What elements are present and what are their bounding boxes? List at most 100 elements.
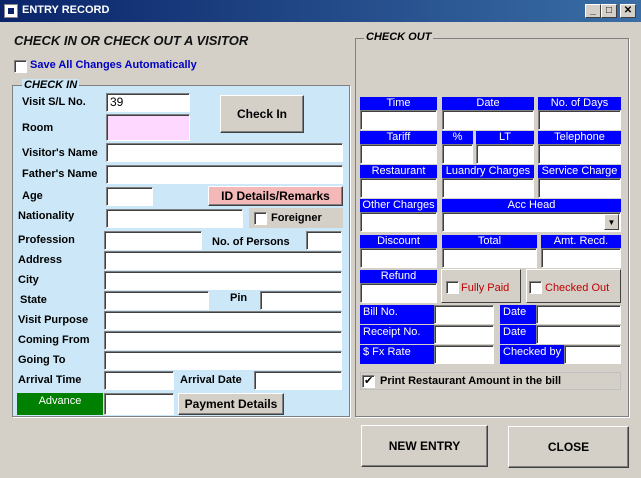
- receipt-no-label: Receipt No.: [360, 325, 434, 344]
- close-window-button[interactable]: ✕: [620, 4, 636, 18]
- checked-by-label: Checked by: [500, 345, 564, 364]
- city-field[interactable]: [104, 271, 342, 290]
- check-in-button[interactable]: Check In: [220, 95, 304, 133]
- minimize-button[interactable]: _: [585, 4, 601, 18]
- new-entry-button[interactable]: NEW ENTRY: [361, 425, 488, 467]
- profession-field[interactable]: [104, 231, 202, 250]
- lt-label: LT: [476, 131, 534, 144]
- foreigner-checkbox[interactable]: [254, 212, 267, 225]
- no-days-field[interactable]: [538, 110, 621, 130]
- other-charges-field[interactable]: [360, 212, 437, 232]
- visit-sl-field[interactable]: 39: [106, 93, 190, 112]
- acc-head-label: Acc Head: [442, 199, 621, 212]
- tariff-label: Tariff: [360, 131, 437, 144]
- room-label: Room: [22, 122, 54, 134]
- fx-rate-field[interactable]: [434, 345, 494, 364]
- restaurant-field[interactable]: [360, 178, 437, 198]
- visit-sl-label: Visit S/L No.: [22, 96, 86, 108]
- no-persons-label: No. of Persons: [212, 236, 290, 248]
- nationality-field[interactable]: [106, 209, 243, 228]
- bill-date-field[interactable]: [536, 305, 621, 324]
- no-days-label: No. of Days: [538, 97, 621, 110]
- father-name-field[interactable]: [106, 165, 343, 184]
- service-label: Service Charge: [538, 165, 621, 178]
- acc-head-select[interactable]: [442, 212, 621, 232]
- date-field[interactable]: [442, 110, 534, 130]
- fully-paid-checkbox[interactable]: [446, 281, 459, 294]
- nationality-label: Nationality: [18, 210, 75, 222]
- going-to-field[interactable]: [104, 351, 342, 370]
- pin-label: Pin: [230, 292, 248, 304]
- visitor-name-field[interactable]: [106, 143, 343, 162]
- no-persons-field[interactable]: [306, 231, 342, 250]
- checked-out-checkbox[interactable]: [529, 281, 542, 294]
- total-field[interactable]: [442, 248, 537, 268]
- arrival-time-label: Arrival Time: [18, 374, 82, 386]
- service-field[interactable]: [538, 178, 621, 198]
- payment-details-button[interactable]: Payment Details: [178, 393, 284, 415]
- age-field[interactable]: [106, 187, 153, 206]
- lt-field[interactable]: [476, 144, 534, 164]
- fx-rate-label: $ Fx Rate: [360, 345, 434, 364]
- checkin-group-label: CHECK IN: [22, 79, 80, 91]
- telephone-field[interactable]: [538, 144, 621, 164]
- address-field[interactable]: [104, 251, 342, 270]
- window-title: ENTRY RECORD: [22, 4, 110, 16]
- bill-no-label: Bill No.: [360, 305, 434, 324]
- amt-recd-field[interactable]: [541, 248, 621, 268]
- age-label: Age: [22, 190, 43, 202]
- print-restaurant-label: Print Restaurant Amount in the bill: [380, 375, 562, 387]
- receipt-no-field[interactable]: [434, 325, 494, 344]
- id-details-button[interactable]: ID Details/Remarks: [208, 186, 343, 206]
- laundry-label: Luandry Charges: [442, 165, 534, 178]
- visit-purpose-label: Visit Purpose: [18, 314, 89, 326]
- checked-out-label: Checked Out: [545, 282, 610, 294]
- room-field[interactable]: [106, 114, 190, 141]
- time-field[interactable]: [360, 110, 437, 130]
- save-auto-label: Save All Changes Automatically: [30, 59, 197, 71]
- advance-field[interactable]: [104, 393, 174, 415]
- discount-field[interactable]: [360, 248, 437, 268]
- refund-field[interactable]: [360, 283, 437, 303]
- father-name-label: Father's Name: [22, 168, 98, 180]
- fully-paid-label: Fully Paid: [461, 282, 510, 294]
- address-label: Address: [18, 254, 63, 266]
- bill-no-field[interactable]: [434, 305, 494, 324]
- save-auto-checkbox[interactable]: [14, 60, 27, 73]
- receipt-date-label: Date: [500, 325, 536, 344]
- arrival-time-field[interactable]: [104, 371, 174, 390]
- percent-label: %: [442, 131, 473, 144]
- coming-from-label: Coming From: [18, 334, 90, 346]
- discount-label: Discount: [360, 235, 437, 248]
- pin-field[interactable]: [260, 291, 342, 310]
- arrival-date-label: Arrival Date: [180, 374, 242, 386]
- checkout-group-label: CHECK OUT: [364, 31, 434, 43]
- print-restaurant-checkbox[interactable]: [362, 374, 375, 388]
- amt-recd-label: Amt. Recd.: [541, 235, 621, 248]
- checked-by-field[interactable]: [564, 345, 621, 364]
- date-label: Date: [442, 97, 534, 110]
- visitor-name-label: Visitor's Name: [22, 147, 98, 159]
- close-button[interactable]: CLOSE: [508, 426, 629, 468]
- state-label: State: [20, 294, 47, 306]
- app-icon: [4, 4, 18, 18]
- foreigner-label: Foreigner: [271, 212, 322, 224]
- receipt-date-field[interactable]: [536, 325, 621, 344]
- going-to-label: Going To: [18, 354, 66, 366]
- time-label: Time: [360, 97, 437, 110]
- coming-from-field[interactable]: [104, 331, 342, 350]
- total-label: Total: [442, 235, 537, 248]
- maximize-button[interactable]: □: [601, 4, 617, 18]
- restaurant-label: Restaurant: [360, 165, 437, 178]
- profession-label: Profession: [18, 234, 75, 246]
- percent-field[interactable]: [442, 144, 473, 164]
- advance-label: Advance: [17, 393, 103, 415]
- bill-date-label: Date: [500, 305, 536, 324]
- other-charges-label: Other Charges: [360, 199, 437, 212]
- state-field[interactable]: [104, 291, 209, 310]
- chevron-down-icon[interactable]: ▼: [604, 214, 619, 230]
- visit-purpose-field[interactable]: [104, 311, 342, 330]
- arrival-date-field[interactable]: [254, 371, 342, 390]
- tariff-field[interactable]: [360, 144, 437, 164]
- laundry-field[interactable]: [442, 178, 534, 198]
